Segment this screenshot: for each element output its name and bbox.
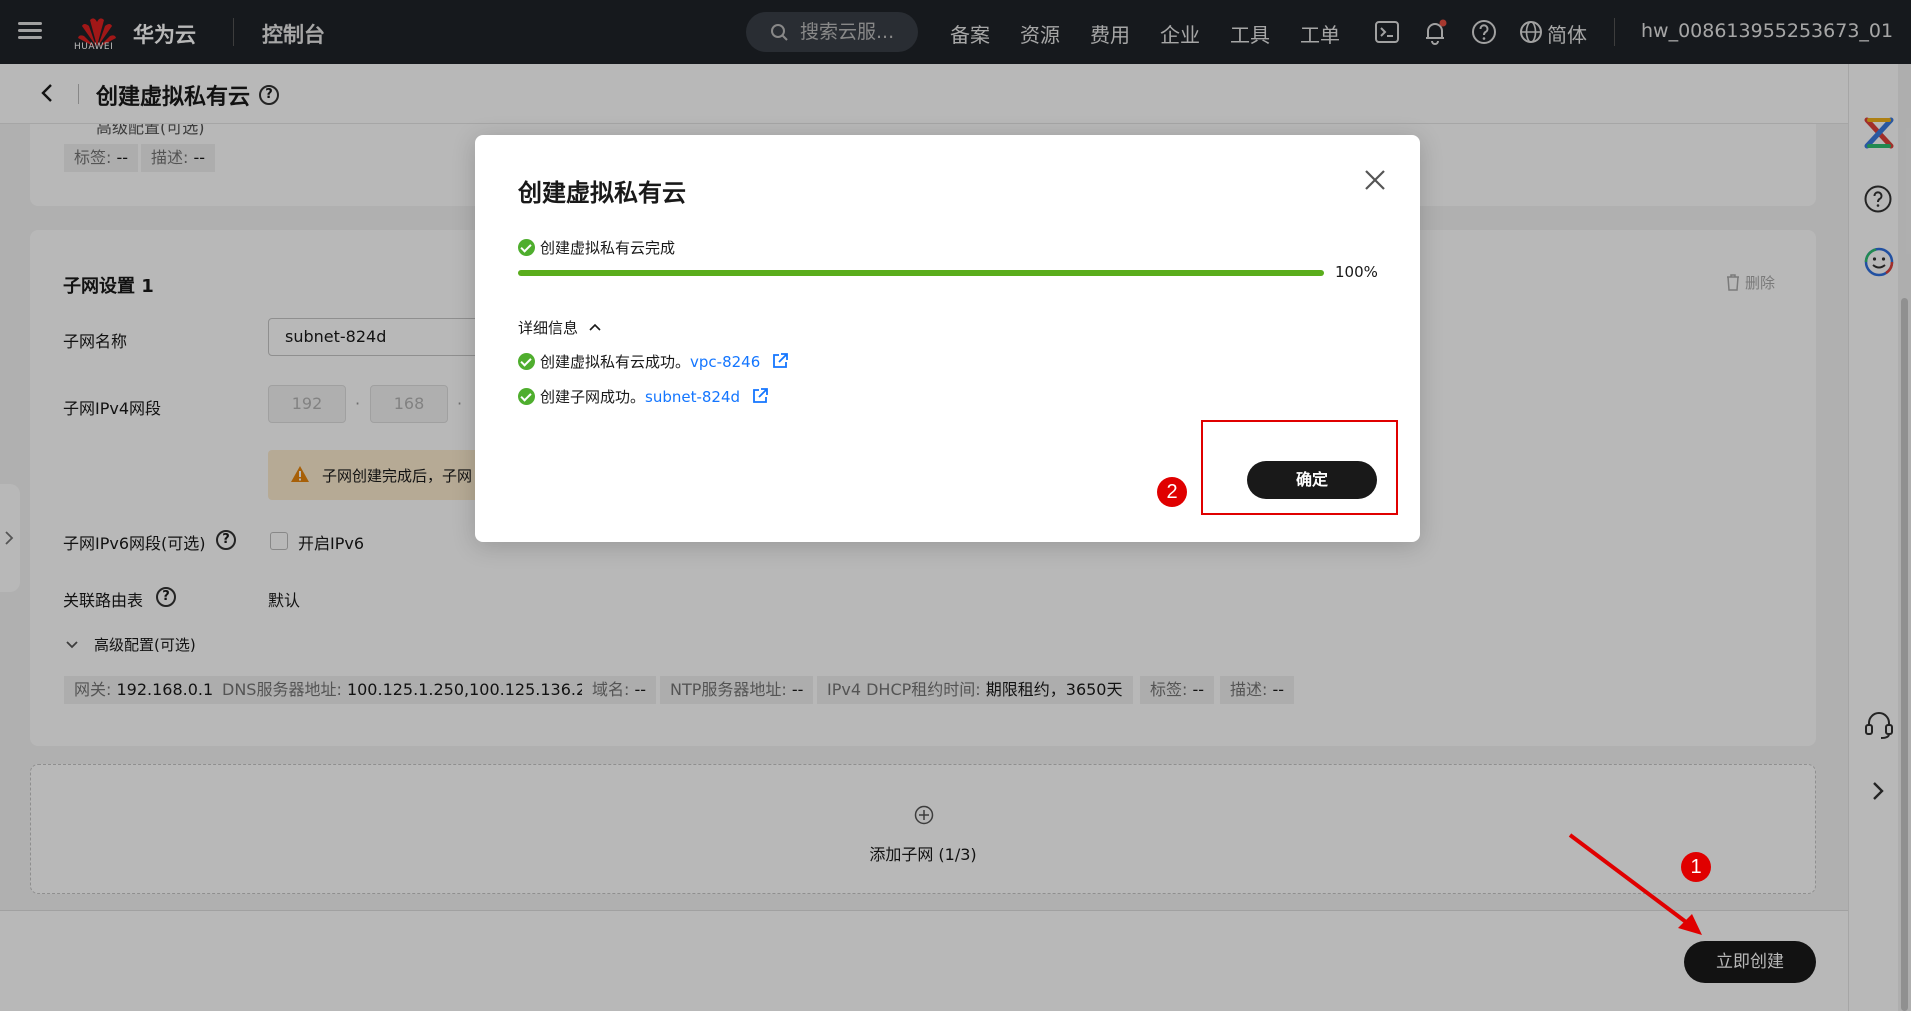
progress-fill [518,270,1324,276]
detail-row-subnet: 创建子网成功。subnet-824d [540,386,769,407]
success-icon [518,388,535,405]
details-toggle[interactable]: 详细信息 [518,317,601,338]
step-badge-2: 2 [1157,477,1187,507]
dialog-status: 创建虚拟私有云完成 [540,239,676,257]
detail-row-vpc: 创建虚拟私有云成功。vpc-8246 [540,351,789,372]
progress-bar [518,270,1324,276]
external-link-icon[interactable] [751,387,769,405]
chevron-up-icon [589,323,601,331]
highlight-box [1201,420,1398,515]
success-icon [518,239,535,256]
subnet-link[interactable]: subnet-824d [645,388,740,406]
success-icon [518,353,535,370]
vpc-link[interactable]: vpc-8246 [690,353,760,371]
close-icon[interactable] [1362,167,1388,193]
progress-percent: 100% [1335,263,1378,281]
arrow-annotation-icon [1568,833,1702,935]
dialog-title: 创建虚拟私有云 [518,179,686,207]
external-link-icon[interactable] [771,352,789,370]
